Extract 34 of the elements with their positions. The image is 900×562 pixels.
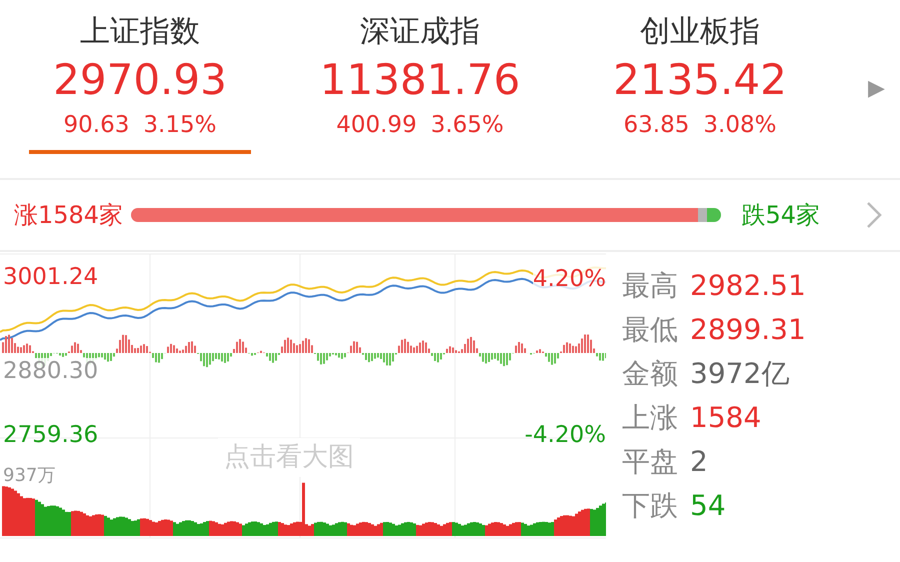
index-value: 11381.76 [320,54,520,106]
index-percent: 3.08% [703,111,776,140]
index-change: 63.85 [624,111,690,140]
index-value: 2970.93 [53,54,227,106]
price-label: 2759.36 [3,421,98,450]
percent-label: 4.20% [532,266,606,292]
stat-value: 2982.51 [690,268,806,304]
volume-label: 937万 [3,464,56,488]
index-percent: 3.65% [430,111,504,140]
index-tab[interactable]: 上证指数 2970.93 90.63 3.15% [29,12,251,154]
percent-label: -4.20% [524,421,606,450]
index-value: 2135.42 [613,54,787,106]
index-name: 上证指数 [80,13,200,51]
stat-label: 金额 [622,356,678,392]
index-change: 400.99 [336,111,417,140]
index-change: 90.63 [64,111,130,140]
stat-label: 最低 [622,312,678,348]
rise-count: 涨1584家 [14,200,124,231]
stat-value: 2899.31 [690,312,806,348]
index-name: 深证成指 [360,13,480,51]
stat-value: 1584 [690,400,762,436]
stat-value: 3972亿 [690,356,790,392]
price-label: 3001.24 [3,263,98,292]
index-tab[interactable]: 创业板指 2135.42 63.85 3.08% [589,12,811,154]
stat-label: 平盘 [622,444,678,480]
index-tab[interactable]: 深证成指 11381.76 400.99 3.65% [309,12,531,154]
fall-count: 跌54家 [741,200,820,231]
stat-value: 54 [690,488,726,524]
index-percent: 3.15% [143,111,216,140]
stat-label: 最高 [622,268,678,304]
index-name: 创业板指 [640,13,760,51]
stat-value: 2 [690,444,708,480]
stat-label: 下跌 [622,488,678,524]
stat-label: 上涨 [622,400,678,436]
